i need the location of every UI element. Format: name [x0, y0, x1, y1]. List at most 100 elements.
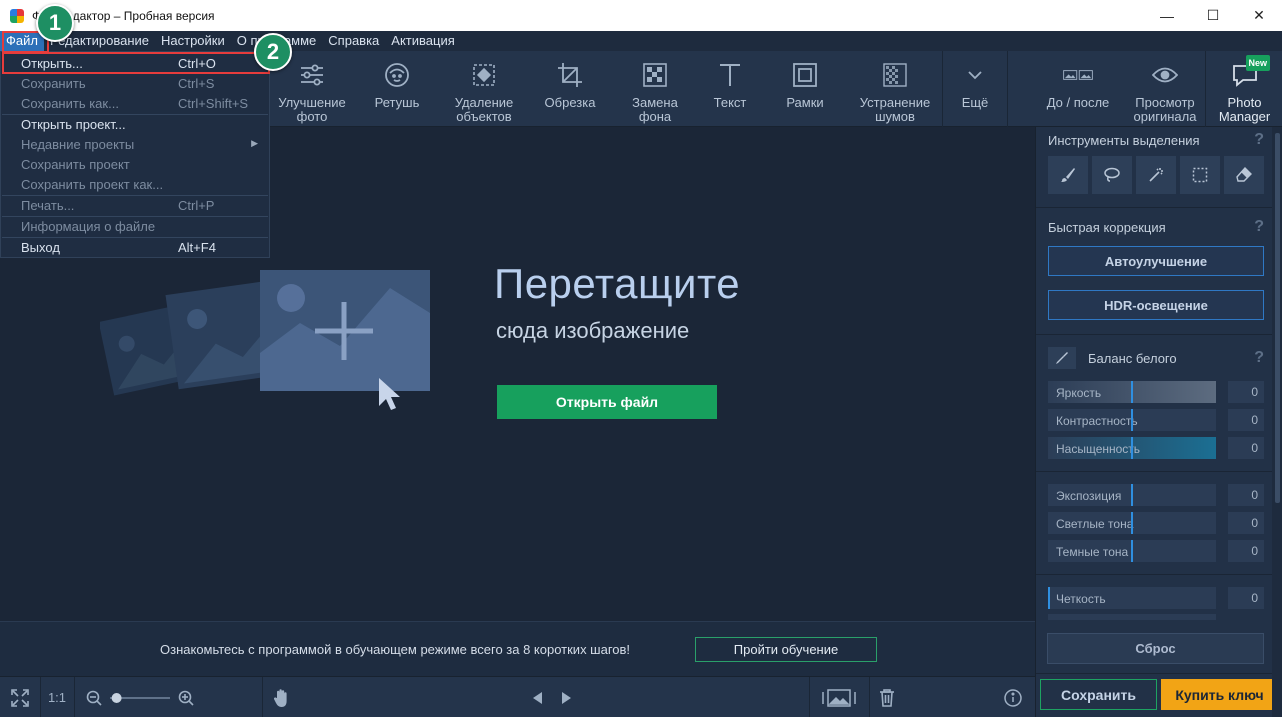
zoom-slider[interactable] [108, 677, 172, 717]
tool-label: Photo Manager [1218, 95, 1271, 124]
tool-label: Текст [713, 95, 747, 110]
tool-remove-objects[interactable]: Удаление объектов [444, 51, 524, 127]
trash-icon[interactable] [876, 677, 898, 717]
slider-label: Экспозиция [1056, 489, 1122, 503]
menu-item-print[interactable]: Печать... Ctrl+P [2, 196, 268, 216]
actual-size-button[interactable]: 1:1 [44, 677, 70, 717]
slider-label: Темные тона [1056, 545, 1129, 559]
clarity-slider[interactable]: Четкость [1048, 587, 1216, 609]
tool-text[interactable]: Текст [690, 51, 770, 127]
eyedropper-icon[interactable] [1048, 347, 1076, 369]
menu-help[interactable]: Справка [322, 31, 385, 51]
filmstrip-icon[interactable] [818, 677, 860, 717]
minimize-button[interactable]: — [1144, 0, 1190, 31]
tutorial-text: Ознакомьтесь с программой в обучающем ре… [160, 642, 631, 657]
eraser-icon[interactable] [1224, 156, 1264, 194]
menu-item-recent-projects[interactable]: Недавние проекты ▶ [2, 135, 268, 155]
panel-divider [1036, 673, 1282, 674]
auto-enhance-button[interactable]: Автоулучшение [1048, 246, 1264, 276]
slider-label: Насыщенность [1056, 442, 1141, 456]
rect-select-icon[interactable] [1180, 156, 1220, 194]
magic-wand-icon[interactable] [1136, 156, 1176, 194]
tool-label: До / после [1046, 95, 1110, 110]
next-arrow-icon[interactable] [558, 677, 576, 717]
menu-activation[interactable]: Активация [385, 31, 460, 51]
menu-item-save-project[interactable]: Сохранить проект [2, 155, 268, 175]
menu-settings[interactable]: Настройки [155, 31, 231, 51]
brush-icon[interactable] [1048, 156, 1088, 194]
menu-item-exit[interactable]: Выход Alt+F4 [2, 238, 268, 258]
exposure-value[interactable]: 0 [1228, 484, 1264, 506]
hand-tool-icon[interactable] [270, 677, 294, 717]
panel-scrollbar[interactable] [1272, 127, 1282, 717]
exposure-slider[interactable]: Экспозиция [1048, 484, 1216, 506]
preview-original-button[interactable]: Просмотр оригинала [1124, 51, 1206, 127]
tool-replace-background[interactable]: Замена фона [615, 51, 695, 127]
start-tutorial-button[interactable]: Пройти обучение [695, 637, 877, 662]
zoom-in-icon[interactable] [176, 677, 196, 717]
fit-screen-icon[interactable] [6, 677, 34, 717]
shadows-value[interactable]: 0 [1228, 540, 1264, 562]
tool-label: Рамки [786, 95, 824, 110]
menu-item-save-as[interactable]: Сохранить как... Ctrl+Shift+S [2, 94, 268, 114]
noise-icon [880, 60, 910, 90]
reset-button[interactable]: Сброс [1047, 633, 1264, 664]
shadows-slider[interactable]: Темные тона [1048, 540, 1216, 562]
photo-manager-button[interactable]: New Photo Manager [1207, 51, 1282, 127]
contrast-value[interactable]: 0 [1228, 409, 1264, 431]
zoom-out-icon[interactable] [84, 677, 104, 717]
contrast-slider[interactable]: Контрастность [1048, 409, 1216, 431]
menu-item-save[interactable]: Сохранить Ctrl+S [2, 74, 268, 94]
highlights-value[interactable]: 0 [1228, 512, 1264, 534]
quick-correction-title: Быстрая коррекция [1048, 220, 1166, 235]
maximize-button[interactable]: ☐ [1190, 0, 1236, 31]
face-icon [382, 60, 412, 90]
tool-retouch[interactable]: Ретушь [357, 51, 437, 127]
info-icon[interactable] [1002, 677, 1024, 717]
right-panel: Инструменты выделения ? Быстрая коррекци… [1035, 127, 1282, 717]
hdr-lighting-button[interactable]: HDR-освещение [1048, 290, 1264, 320]
panel-divider [1036, 334, 1272, 335]
tool-label: Устранение шумов [859, 95, 931, 124]
frame-icon [790, 60, 820, 90]
bottombar-divider [40, 677, 41, 717]
slider-label: Яркость [1056, 386, 1102, 400]
menu-item-open-project[interactable]: Открыть проект... [2, 115, 268, 135]
clarity-value[interactable]: 0 [1228, 587, 1264, 609]
brightness-value[interactable]: 0 [1228, 381, 1264, 403]
drop-illustration [100, 270, 430, 410]
scrollbar-thumb[interactable] [1275, 133, 1280, 503]
chevron-down-icon [960, 60, 990, 90]
brightness-slider[interactable]: Яркость [1048, 381, 1216, 403]
highlights-slider[interactable]: Светлые тона [1048, 512, 1216, 534]
menu-item-save-project-as[interactable]: Сохранить проект как... [2, 175, 268, 195]
panel-divider [1036, 207, 1272, 208]
tool-label: Ещё [961, 95, 989, 110]
saturation-slider[interactable]: Насыщенность [1048, 437, 1216, 459]
saturation-value[interactable]: 0 [1228, 437, 1264, 459]
tool-label: Обрезка [544, 95, 596, 110]
close-button[interactable]: ✕ [1236, 0, 1282, 31]
next-slider-partial [1048, 614, 1216, 620]
eraser-icon [469, 60, 499, 90]
save-button[interactable]: Сохранить [1040, 679, 1157, 710]
tool-denoise[interactable]: Устранение шумов [850, 51, 940, 127]
prev-arrow-icon[interactable] [528, 677, 546, 717]
help-icon[interactable]: ? [1254, 131, 1264, 149]
menu-item-label: Сохранить как... [21, 96, 119, 111]
slider-label: Четкость [1056, 592, 1106, 606]
tool-more[interactable]: Ещё [945, 51, 1005, 127]
lasso-icon[interactable] [1092, 156, 1132, 194]
crop-icon [555, 60, 585, 90]
tool-crop[interactable]: Обрезка [530, 51, 610, 127]
help-icon[interactable]: ? [1254, 218, 1264, 236]
tool-frames[interactable]: Рамки [765, 51, 845, 127]
buy-key-button[interactable]: Купить ключ [1161, 679, 1278, 710]
open-file-button[interactable]: Открыть файл [497, 385, 717, 419]
drop-title: Перетащите [494, 260, 741, 307]
before-after-button[interactable]: До / после [1037, 51, 1119, 127]
help-icon[interactable]: ? [1254, 349, 1264, 367]
submenu-arrow-icon: ▶ [251, 138, 258, 148]
toolbar-divider [1007, 51, 1008, 127]
menu-item-file-info[interactable]: Информация о файле [2, 217, 268, 237]
